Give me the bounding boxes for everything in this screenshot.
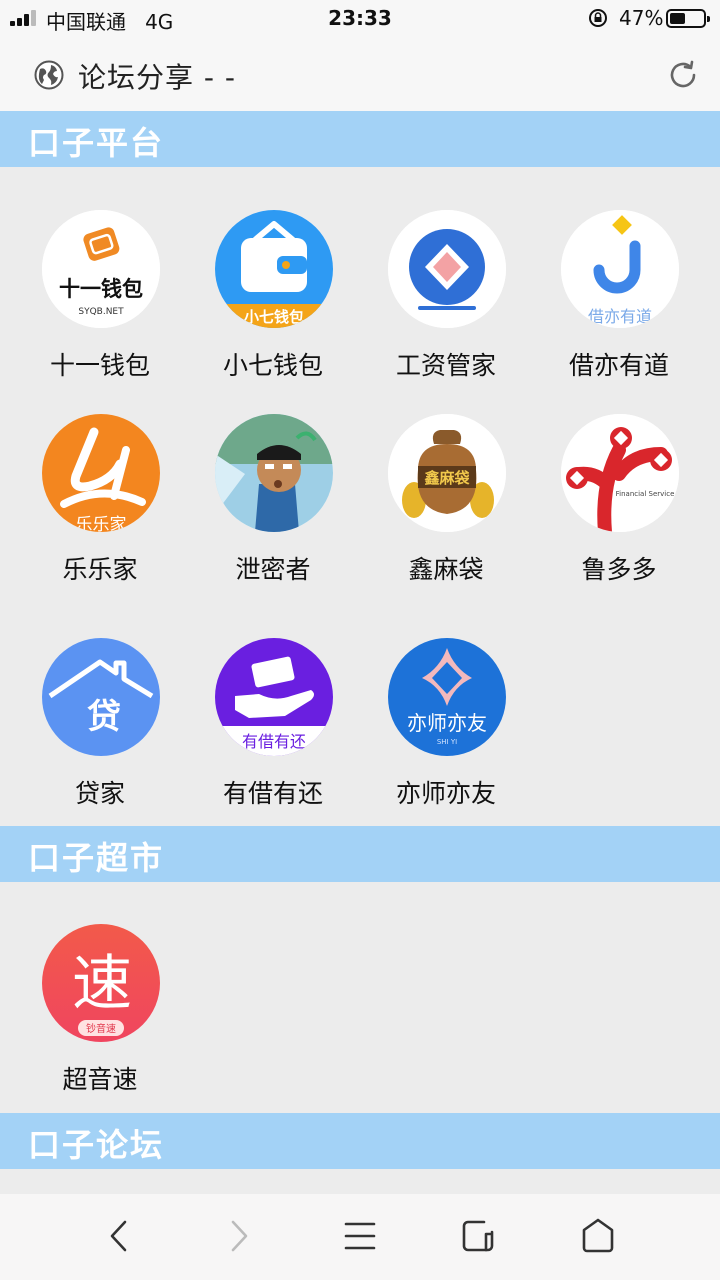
luduoduo-icon: Financial Service [561, 414, 679, 532]
status-bar: 中国联通 4G 23:33 47% [0, 0, 720, 36]
app-name: 亦师亦友 [395, 779, 496, 808]
app-tile-xinmadai[interactable]: 鑫麻袋 鑫麻袋 [360, 414, 532, 614]
app-name: 泄密者 [235, 555, 311, 584]
svg-text:十一钱包: 十一钱包 [59, 277, 143, 301]
app-name: 超音速 [62, 1065, 138, 1094]
xiemizhe-icon [215, 414, 333, 532]
section-title: 口子论坛 [28, 1126, 165, 1164]
svg-text:SHI YI: SHI YI [437, 738, 457, 746]
globe-icon [34, 60, 64, 90]
app-name: 鑫麻袋 [408, 555, 484, 584]
rotation-lock-icon [589, 9, 607, 27]
app-tile-jieyiyoudao[interactable]: 借亦有道 借亦有道 [533, 210, 705, 410]
jieyiyoudao-icon: 借亦有道 [561, 210, 679, 328]
app-tile-luduoduo[interactable]: Financial Service 鲁多多 [533, 414, 705, 614]
xiaoqi-wallet-icon: 小七钱包 [215, 210, 333, 328]
app-tile-daijia[interactable]: 贷 贷家 [14, 638, 186, 838]
app-tile-xiaoqi-wallet[interactable]: 小七钱包 小七钱包 [187, 210, 359, 410]
browser-bottom-bar [0, 1194, 720, 1280]
svg-text:有借有还: 有借有还 [242, 732, 306, 751]
app-name: 乐乐家 [62, 555, 138, 584]
app-tile-yishiyiyou[interactable]: 亦师亦友 SHI YI 亦师亦友 [360, 638, 532, 838]
xinmadai-icon: 鑫麻袋 [388, 414, 506, 532]
menu-icon[interactable] [338, 1214, 382, 1258]
section-header-market: 口子超市 [0, 826, 720, 882]
svg-text:鑫麻袋: 鑫麻袋 [423, 469, 470, 487]
app-tile-lelejia[interactable]: 乐乐家 乐乐家 [14, 414, 186, 614]
app-name: 借亦有道 [568, 351, 669, 380]
app-tile-xiemizhe[interactable]: 泄密者 [187, 414, 359, 614]
back-icon[interactable] [98, 1214, 142, 1258]
salary-manager-icon [388, 210, 506, 328]
shiyi-wallet-icon: 十一钱包 SYQB.NET [42, 210, 160, 328]
svg-text:Financial Service: Financial Service [616, 490, 675, 498]
battery-icon [666, 9, 710, 28]
svg-text:贷: 贷 [87, 697, 121, 737]
chaoyinsu-icon: 速 钞音速 [42, 924, 160, 1042]
clock: 23:33 [328, 6, 392, 30]
daijia-icon: 贷 [42, 638, 160, 756]
svg-text:借亦有道: 借亦有道 [588, 307, 652, 326]
forward-icon[interactable] [216, 1214, 260, 1258]
lelejia-icon: 乐乐家 [42, 414, 160, 532]
app-name: 贷家 [74, 779, 125, 808]
app-tile-salary-manager[interactable]: 工资管家 [360, 210, 532, 410]
section-header-forum: 口子论坛 [0, 1113, 720, 1169]
youjieyouhuan-icon: 有借有还 [215, 638, 333, 756]
tabs-icon[interactable] [458, 1214, 502, 1258]
app-name: 十一钱包 [49, 351, 150, 380]
app-tile-youjieyouhuan[interactable]: 有借有还 有借有还 [187, 638, 359, 838]
svg-text:钞音速: 钞音速 [86, 1022, 116, 1035]
app-name: 鲁多多 [581, 555, 657, 584]
svg-text:小七钱包: 小七钱包 [244, 308, 304, 326]
app-name: 小七钱包 [222, 351, 323, 380]
svg-text:亦师亦友: 亦师亦友 [407, 711, 487, 735]
reload-icon[interactable] [666, 58, 700, 92]
section-header-platform: 口子平台 [0, 111, 720, 167]
svg-text:速: 速 [72, 949, 132, 1019]
app-tile-shiyi-wallet[interactable]: 十一钱包 SYQB.NET 十一钱包 [14, 210, 186, 410]
browser-header: 论坛分享 - - [0, 36, 720, 111]
section-title: 口子超市 [28, 839, 165, 877]
svg-text:乐乐家: 乐乐家 [76, 515, 127, 532]
home-icon[interactable] [576, 1214, 620, 1258]
svg-text:SYQB.NET: SYQB.NET [78, 307, 124, 317]
yishiyiyou-icon: 亦师亦友 SHI YI [388, 638, 506, 756]
page-title: 论坛分享 - - [78, 61, 237, 94]
battery-percent: 47% [619, 6, 664, 30]
app-tile-chaoyinsu[interactable]: 速 钞音速 超音速 [14, 924, 186, 1124]
section-title: 口子平台 [28, 124, 165, 162]
app-name: 有借有还 [222, 779, 323, 808]
app-name: 工资管家 [395, 351, 496, 380]
